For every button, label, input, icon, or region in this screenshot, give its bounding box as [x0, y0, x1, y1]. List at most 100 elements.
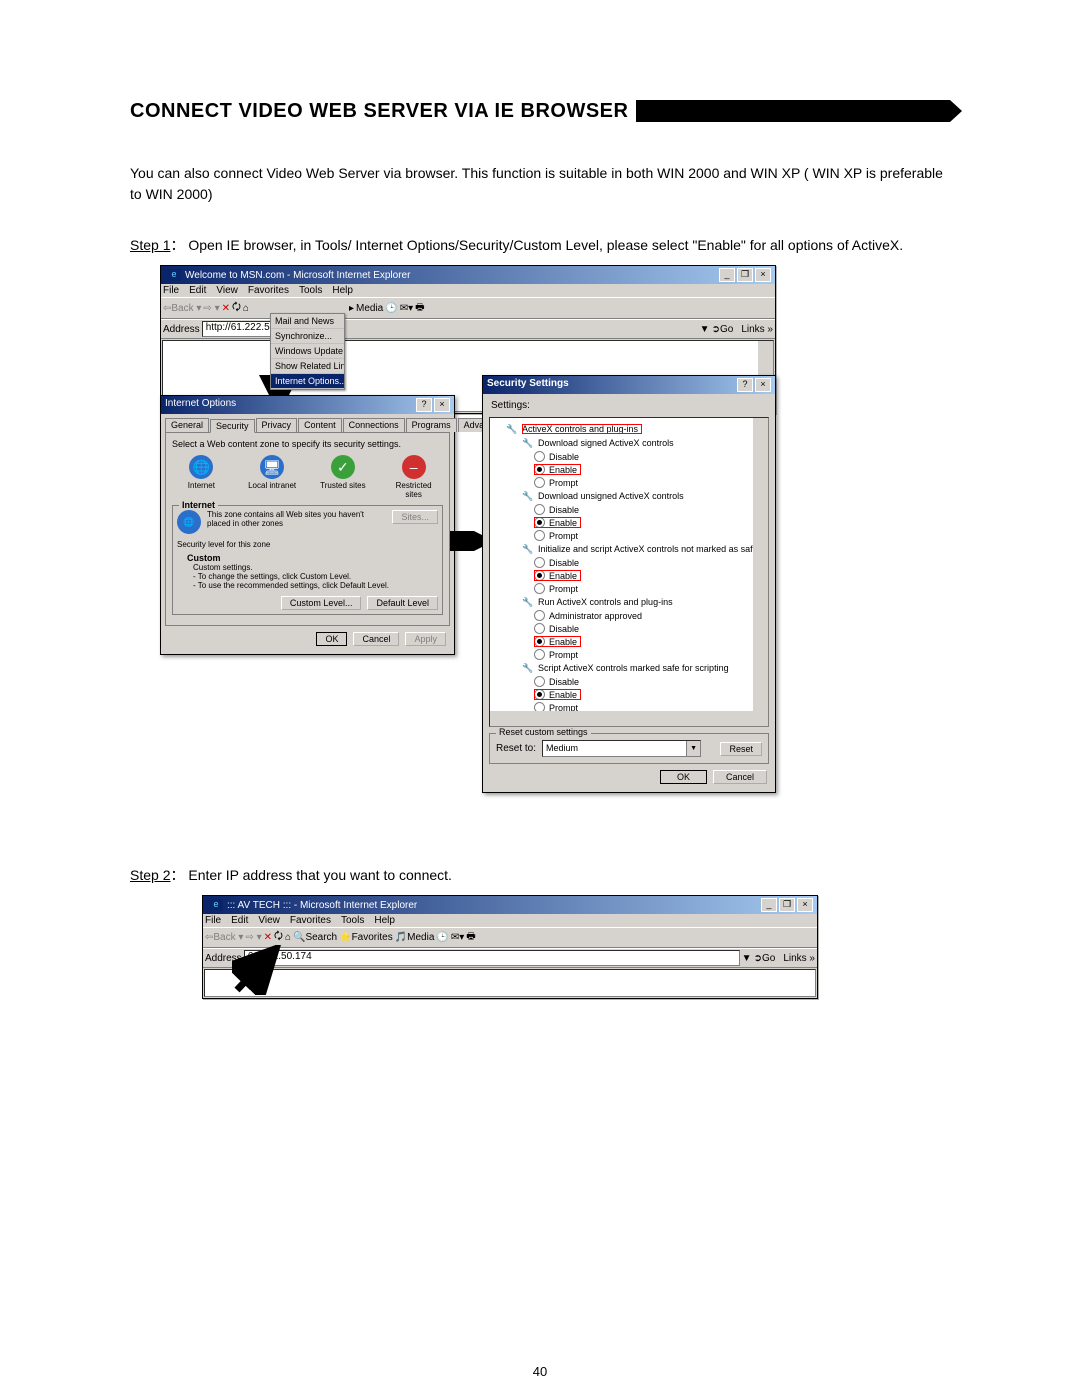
default-level-button[interactable]: Default Level — [367, 596, 438, 610]
tools-related[interactable]: Show Related Links — [271, 359, 344, 374]
address-dropdown[interactable]: ▼ — [700, 324, 710, 335]
opt-enable[interactable]: Enable — [494, 516, 764, 529]
opt-enable[interactable]: Enable — [494, 688, 764, 701]
refresh-icon[interactable]: 🗘 — [232, 300, 241, 317]
close-button[interactable]: × — [755, 268, 771, 282]
tools-update[interactable]: Windows Update — [271, 344, 344, 359]
custom-line1: Custom settings. — [193, 563, 438, 572]
opt-enable[interactable]: Enable — [494, 635, 764, 648]
opt-disable[interactable]: Disable — [494, 622, 764, 635]
ie-toolbar: ⇦Back ▾ ⇨ ▾ ✕ 🗘 ⌂ ▸ Media 🕒 ✉▾ 🖶 Mail an… — [161, 297, 775, 319]
sites-button[interactable]: Sites... — [392, 510, 438, 524]
opt-prompt[interactable]: Prompt — [494, 529, 764, 542]
go-button[interactable]: ➲Go — [712, 324, 734, 335]
opt-enable[interactable]: Enable — [494, 463, 764, 476]
tools-mail[interactable]: Mail and News — [271, 314, 344, 329]
close-button[interactable]: × — [797, 898, 813, 912]
menu-file[interactable]: File — [205, 915, 221, 926]
refresh-icon[interactable]: 🗘 — [274, 929, 283, 946]
sec-help-button[interactable]: ? — [737, 378, 753, 392]
io-help-button[interactable]: ? — [416, 398, 432, 412]
arrow-to-address — [232, 945, 282, 1000]
settings-scrollbar-v[interactable] — [753, 418, 768, 726]
menu-help[interactable]: Help — [332, 285, 353, 296]
sec-close-button[interactable]: × — [755, 378, 771, 392]
tab-connections[interactable]: Connections — [343, 418, 405, 432]
maximize-button[interactable]: ❐ — [779, 898, 795, 912]
maximize-button[interactable]: ❐ — [737, 268, 753, 282]
minimize-button[interactable]: _ — [761, 898, 777, 912]
settings-tree[interactable]: 🔧ActiveX controls and plug-ins 🔧Download… — [489, 417, 769, 727]
print-icon[interactable]: 🖶 — [466, 929, 475, 946]
tab-programs[interactable]: Programs — [406, 418, 457, 432]
favorites-button[interactable]: ⭐Favorites — [339, 932, 393, 943]
tab-general[interactable]: General — [165, 418, 209, 432]
forward-button[interactable]: ⇨ ▾ — [245, 932, 261, 943]
opt-enable[interactable]: Enable — [494, 569, 764, 582]
zone-local-intranet[interactable]: 🖥Local intranet — [247, 455, 297, 499]
page-number: 40 — [0, 1364, 1080, 1379]
settings-scrollbar-h[interactable] — [490, 711, 753, 726]
back-button[interactable]: ⇦Back ▾ — [205, 932, 243, 943]
stop-icon[interactable]: ✕ — [222, 303, 230, 314]
menu-tools[interactable]: Tools — [299, 285, 322, 296]
tools-internet-options[interactable]: Internet Options... — [271, 374, 344, 389]
tab-content[interactable]: Content — [298, 418, 342, 432]
apply-button[interactable]: Apply — [405, 632, 446, 646]
menu-favorites[interactable]: Favorites — [248, 285, 289, 296]
forward-button[interactable]: ⇨ ▾ — [203, 303, 219, 314]
stop-icon[interactable]: ✕ — [264, 932, 272, 943]
menu-edit[interactable]: Edit — [231, 915, 248, 926]
cancel-button[interactable]: Cancel — [353, 632, 399, 646]
sec-dialog-buttons: OK Cancel — [483, 770, 775, 792]
mail-icon[interactable]: ✉▾ — [400, 303, 413, 314]
go-button[interactable]: ➲Go — [754, 953, 776, 964]
opt-prompt[interactable]: Prompt — [494, 476, 764, 489]
zone-internet[interactable]: 🌐Internet — [176, 455, 226, 499]
menu-help[interactable]: Help — [374, 915, 395, 926]
menu-view[interactable]: View — [258, 915, 280, 926]
links-label[interactable]: Links » — [741, 324, 773, 335]
address-dropdown[interactable]: ▼ — [742, 953, 752, 964]
opt-disable[interactable]: Disable — [494, 675, 764, 688]
zone-trusted[interactable]: ✓Trusted sites — [318, 455, 368, 499]
reset-to-select[interactable]: Medium — [542, 740, 701, 757]
home-icon[interactable]: ⌂ — [243, 303, 249, 314]
opt-disable[interactable]: Disable — [494, 556, 764, 569]
custom-level-button[interactable]: Custom Level... — [281, 596, 362, 610]
ie-window-2: e ::: AV TECH ::: - Microsoft Internet E… — [202, 895, 818, 999]
tab-privacy[interactable]: Privacy — [256, 418, 298, 432]
history-icon[interactable]: 🕒 — [436, 932, 448, 943]
menu-edit[interactable]: Edit — [189, 285, 206, 296]
io-dialog-buttons: OK Cancel Apply — [161, 632, 454, 654]
history-icon[interactable]: 🕒 — [385, 303, 397, 314]
media-button[interactable]: 🎵Media — [395, 932, 435, 943]
minimize-button[interactable]: _ — [719, 268, 735, 282]
tab-security[interactable]: Security — [210, 419, 255, 433]
search-button[interactable]: 🔍Search — [293, 932, 337, 943]
menu-tools[interactable]: Tools — [341, 915, 364, 926]
opt-disable[interactable]: Disable — [494, 503, 764, 516]
ok-button[interactable]: OK — [660, 770, 707, 784]
zone-restricted[interactable]: –Restricted sites — [389, 455, 439, 499]
cancel-button[interactable]: Cancel — [713, 770, 767, 784]
links-label[interactable]: Links » — [783, 953, 815, 964]
home-icon[interactable]: ⌂ — [285, 932, 291, 943]
back-button[interactable]: ⇦Back ▾ — [163, 303, 201, 314]
mail-icon[interactable]: ✉▾ — [451, 932, 464, 943]
tools-sync[interactable]: Synchronize... — [271, 329, 344, 344]
sec-level-label: Security level for this zone — [177, 540, 438, 549]
opt-prompt[interactable]: Prompt — [494, 582, 764, 595]
opt-disable[interactable]: Disable — [494, 450, 764, 463]
opt-prompt[interactable]: Prompt — [494, 648, 764, 661]
print-icon[interactable]: 🖶 — [415, 300, 424, 317]
menu-view[interactable]: View — [216, 285, 238, 296]
address-input[interactable]: 61.222.50.174 — [244, 950, 740, 966]
reset-button[interactable]: Reset — [720, 742, 762, 756]
opt-admin[interactable]: Administrator approved — [494, 609, 764, 622]
ok-button[interactable]: OK — [316, 632, 347, 646]
menu-file[interactable]: File — [163, 285, 179, 296]
menu-favorites[interactable]: Favorites — [290, 915, 331, 926]
io-close-button[interactable]: × — [434, 398, 450, 412]
media-button[interactable]: Media — [356, 303, 383, 314]
